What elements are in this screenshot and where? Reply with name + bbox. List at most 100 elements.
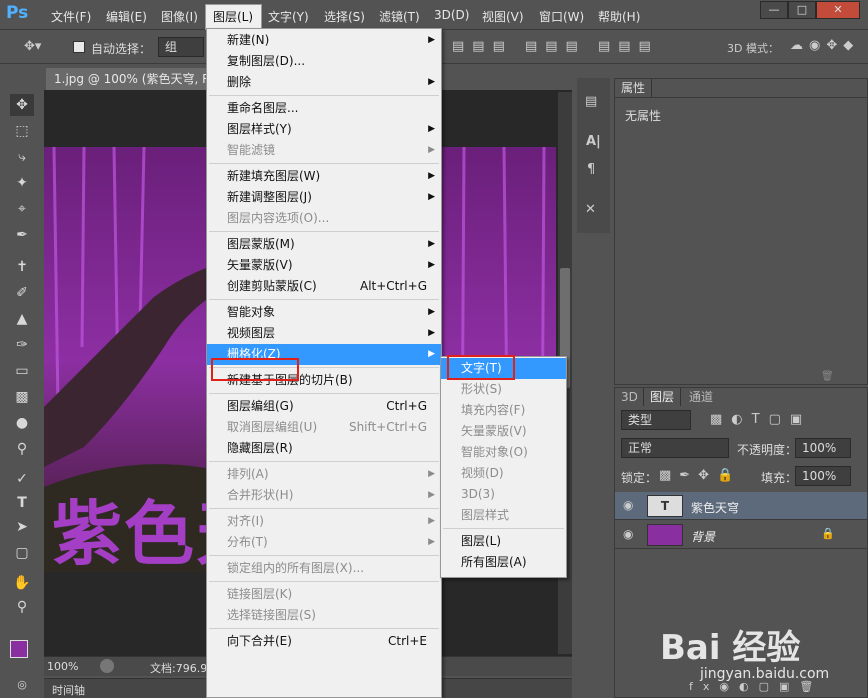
dodge-tool-icon[interactable]: ⚲ [10, 438, 34, 460]
menu-item-9[interactable]: 图层(L) [441, 531, 566, 552]
minimize-button[interactable]: — [760, 1, 788, 19]
menu-view[interactable]: 视图(V) [482, 8, 524, 25]
filter-icons[interactable]: ▩◐T▢▣ [710, 412, 811, 427]
visibility-eye-icon[interactable]: ◉ [623, 527, 633, 541]
menu-item-4[interactable]: 重命名图层... [207, 98, 441, 119]
menu-item-22[interactable]: 图层编组(G) Ctrl+G [207, 396, 441, 417]
menu-item-label: 3D(3) [461, 487, 495, 501]
menu-filter[interactable]: 滤镜(T) [379, 8, 420, 25]
zoom-level[interactable]: 100% [47, 660, 78, 673]
blend-mode-dropdown[interactable]: 正常 [621, 438, 729, 458]
3d-mode-icons[interactable]: ☁◉✥◆ [790, 38, 859, 53]
type-tool-icon[interactable]: T [10, 492, 34, 514]
align-icons[interactable]: ▤▤▤ ▤▤▤ ▤▤▤ [452, 39, 659, 54]
menu-item-2: 填充内容(F) [441, 400, 566, 421]
menu-item-5[interactable]: 图层样式(Y) ▶ [207, 119, 441, 140]
menu-item-14[interactable]: 创建剪贴蒙版(C) Alt+Ctrl+G [207, 276, 441, 297]
menu-file[interactable]: 文件(F) [51, 8, 91, 25]
menu-item-9[interactable]: 新建调整图层(J) ▶ [207, 187, 441, 208]
pen-tool-icon[interactable]: ✓ [10, 468, 34, 490]
hand-tool-icon[interactable]: ✋ [10, 572, 34, 594]
gradient-tool-icon[interactable]: ▩ [10, 386, 34, 408]
menu-item-label: 矢量蒙版(V) [227, 258, 293, 272]
menu-image[interactable]: 图像(I) [161, 8, 198, 25]
layer-name[interactable]: 背景 [691, 528, 715, 545]
tab-3d[interactable]: 3D [615, 388, 644, 406]
layer-filter-dropdown[interactable]: 类型 [621, 410, 691, 430]
trash-icon[interactable]: 🗑 [821, 371, 834, 382]
zoom-tool-icon[interactable]: ⚲ [10, 596, 34, 618]
layer-name[interactable]: 紫色天穹 [691, 499, 739, 516]
properties-panel: 属性 无属性 🗑 [614, 78, 868, 385]
menu-item-37[interactable]: 向下合并(E) Ctrl+E [207, 631, 441, 652]
menu-item-2[interactable]: 删除 ▶ [207, 72, 441, 93]
opacity-input[interactable]: 100% [795, 438, 851, 458]
submenu-arrow-icon: ▶ [428, 192, 435, 202]
foreground-color-swatch[interactable] [10, 640, 28, 658]
move-tool-icon[interactable]: ✥▾ [24, 39, 41, 54]
document-info: 文档:796.9 [150, 662, 208, 675]
marquee-tool-icon[interactable]: ⬚ [10, 120, 34, 142]
status-menu-icon[interactable] [100, 659, 114, 673]
rectangle-tool-icon[interactable]: ▢ [10, 542, 34, 564]
menu-item-13[interactable]: 矢量蒙版(V) ▶ [207, 255, 441, 276]
history-panel-icon[interactable]: ▤ [585, 94, 597, 109]
paragraph-panel-icon[interactable]: ¶ [587, 162, 595, 177]
menu-item-1[interactable]: 复制图层(D)... [207, 51, 441, 72]
document-tab[interactable]: 1.jpg @ 100% (紫色天穹, RGB/8) [46, 68, 206, 90]
menu-item-label: 填充内容(F) [461, 403, 526, 417]
collapsed-panel-dock: ▤ A| ¶ ✕ [577, 78, 610, 233]
no-properties-text: 无属性 [625, 109, 662, 123]
menu-select[interactable]: 选择(S) [324, 8, 365, 25]
maximize-button[interactable]: □ [788, 1, 816, 19]
layer-row-text[interactable]: ◉ T 紫色天穹 [615, 492, 867, 520]
move-tool-icon[interactable]: ✥ [10, 94, 34, 116]
quick-mask-icon[interactable]: ◎ [10, 674, 34, 696]
tab-channels[interactable]: 通道 [683, 388, 719, 406]
menu-3d[interactable]: 3D(D) [434, 8, 469, 22]
menu-item-24[interactable]: 隐藏图层(R) [207, 438, 441, 459]
timeline-tab[interactable]: 时间轴 [52, 682, 85, 698]
tab-layers[interactable]: 图层 [643, 388, 682, 406]
menu-item-16[interactable]: 智能对象 ▶ [207, 302, 441, 323]
visibility-eye-icon[interactable]: ◉ [623, 498, 633, 512]
menu-window[interactable]: 窗口(W) [539, 8, 584, 25]
tab-properties[interactable]: 属性 [615, 79, 653, 97]
quick-select-tool-icon[interactable]: ✦ [10, 172, 34, 194]
brush-tool-icon[interactable]: ✐ [10, 282, 34, 304]
menu-edit[interactable]: 编辑(E) [106, 8, 147, 25]
auto-select-dropdown[interactable]: 组 [158, 37, 204, 57]
lasso-tool-icon[interactable]: ⤷ [10, 146, 34, 168]
menu-item-8[interactable]: 新建填充图层(W) ▶ [207, 166, 441, 187]
menu-shortcut: Alt+Ctrl+G [359, 279, 427, 293]
character-panel-icon[interactable]: A| [586, 134, 601, 149]
clone-stamp-icon[interactable]: ▲ [10, 308, 34, 330]
lock-icons[interactable]: ▩✒✥🔒 [659, 468, 741, 483]
menu-item-label: 视频图层 [227, 326, 276, 340]
eyedropper-tool-icon[interactable]: ✒ [10, 224, 34, 246]
menu-type[interactable]: 文字(Y) [268, 8, 309, 25]
menu-item-12[interactable]: 图层蒙版(M) ▶ [207, 234, 441, 255]
path-select-icon[interactable]: ➤ [10, 516, 34, 538]
menu-item-0[interactable]: 新建(N) ▶ [207, 30, 441, 51]
menu-item-10[interactable]: 所有图层(A) [441, 552, 566, 573]
menu-help[interactable]: 帮助(H) [598, 8, 640, 25]
menu-shortcut: Shift+Ctrl+G [348, 420, 427, 434]
crop-tool-icon[interactable]: ⌖ [10, 198, 34, 220]
healing-brush-icon[interactable]: ✝ [10, 256, 34, 278]
menu-item-label: 重命名图层... [227, 101, 299, 115]
menu-item-17[interactable]: 视频图层 ▶ [207, 323, 441, 344]
blur-tool-icon[interactable]: ● [10, 412, 34, 434]
menu-item-label: 智能对象 [227, 305, 276, 319]
close-button[interactable]: ✕ [816, 1, 860, 19]
menu-layer[interactable]: 图层(L) [213, 8, 253, 25]
auto-select-checkbox[interactable] [73, 41, 85, 53]
menu-item-label: 创建剪贴蒙版(C) [227, 279, 317, 293]
layer-row-background[interactable]: ◉ 背景 🔒 [615, 521, 867, 549]
menu-separator [209, 461, 439, 462]
fill-input[interactable]: 100% [795, 466, 851, 486]
menu-separator [209, 95, 439, 96]
tool-presets-icon[interactable]: ✕ [585, 202, 596, 217]
history-brush-icon[interactable]: ✑ [10, 334, 34, 356]
eraser-tool-icon[interactable]: ▭ [10, 360, 34, 382]
